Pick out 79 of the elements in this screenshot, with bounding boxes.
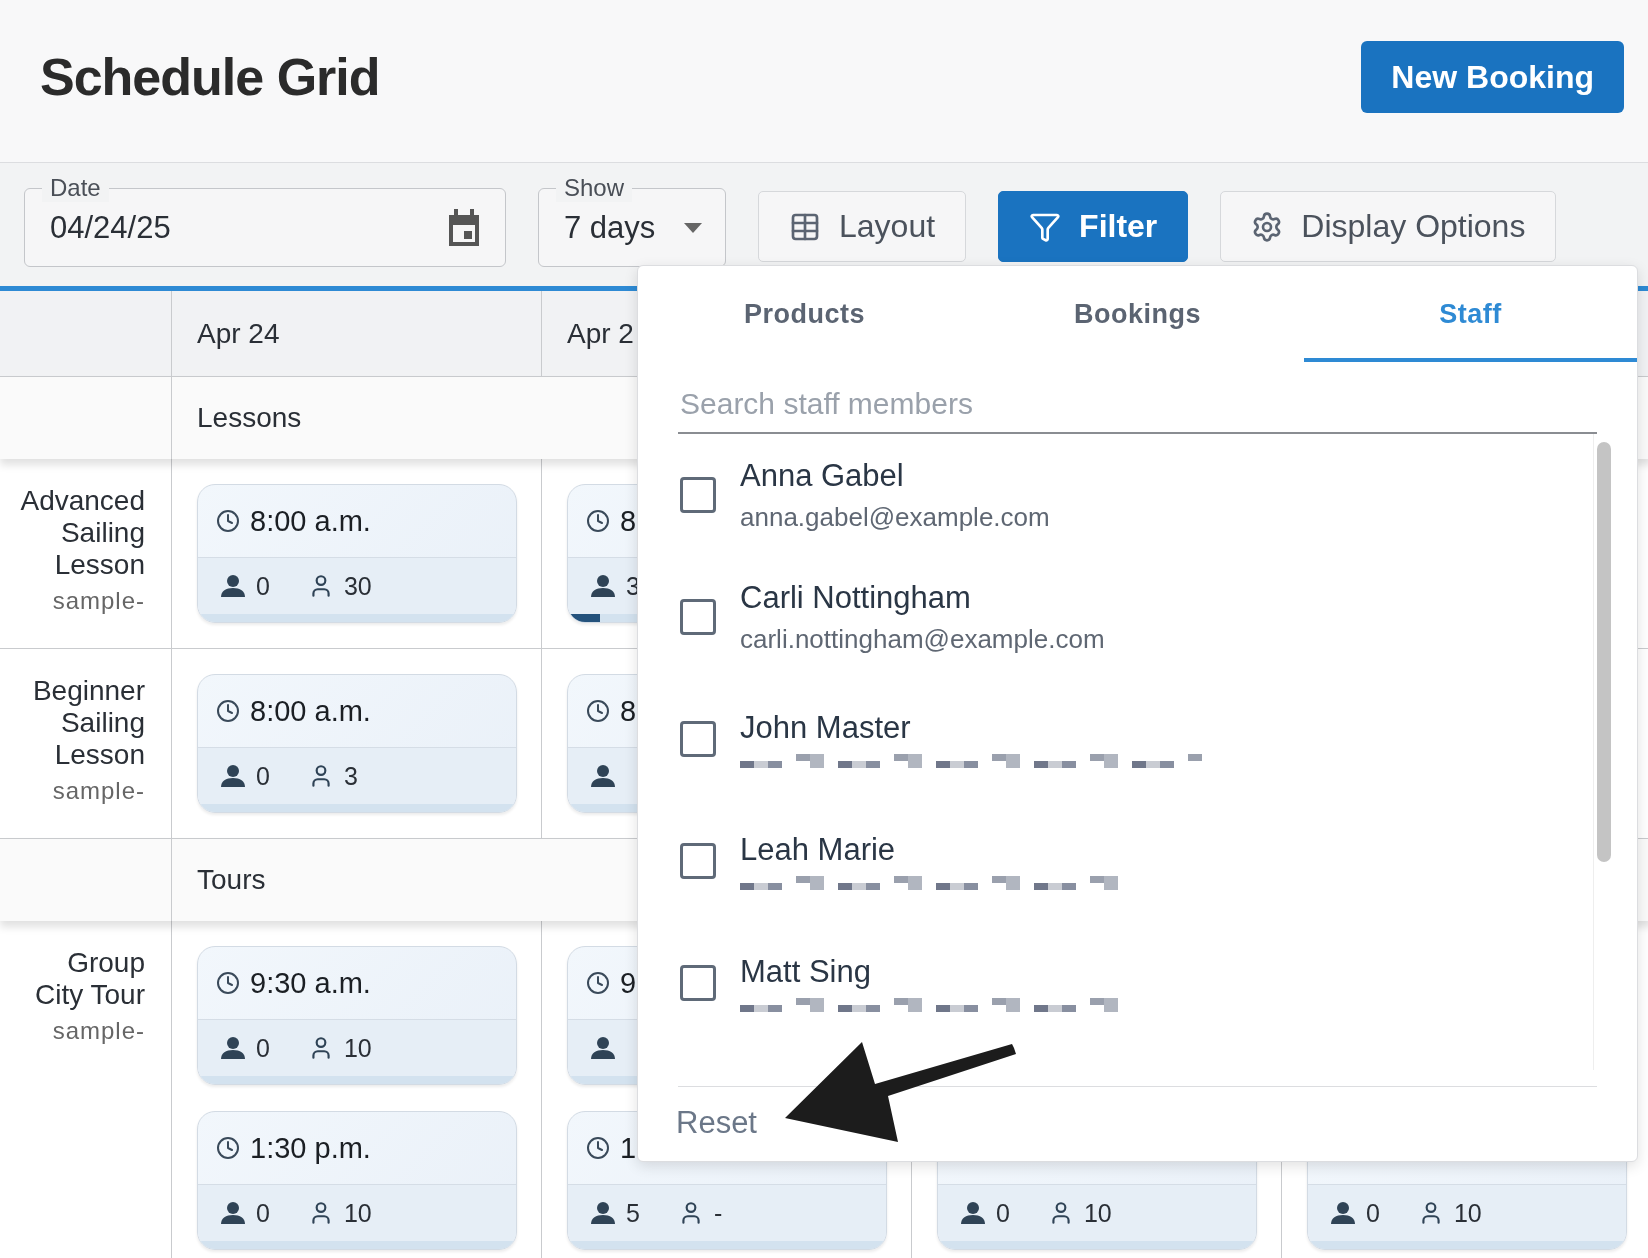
booking-time: 8:00 a.m. [250,694,371,728]
booked-count: 0 [256,1033,270,1063]
capacity-count: 10 [343,1033,372,1063]
filter-tab[interactable]: Staff [1304,266,1637,362]
capacity-count: 3 [343,761,358,791]
clock-icon [586,971,610,995]
booking-card[interactable]: 8:00 a.m. 0 3 [197,674,517,813]
toolbar-button[interactable]: Display Options [1220,191,1557,262]
booked-count: 0 [1366,1198,1380,1228]
toolbar-button[interactable]: Filter [998,191,1189,262]
booking-time: 1 [620,1131,637,1165]
capacity-count: 10 [1453,1198,1482,1228]
date-column-header: Apr 24 [172,291,542,377]
checkbox[interactable] [680,599,716,635]
filter-tab[interactable]: Bookings [971,266,1304,362]
clock-icon [586,509,610,533]
booking-time: 9:30 a.m. [250,966,371,1000]
booked-count: 0 [256,1198,270,1228]
person-icon [1330,1201,1356,1225]
checkbox[interactable] [680,843,716,879]
product-code: sample- [52,1017,145,1045]
person-icon [220,764,246,788]
new-booking-button[interactable]: New Booking [1361,41,1624,113]
product-name: Advanced Sailing Lesson [19,485,145,581]
booking-card[interactable]: 8:00 a.m. 0 30 [197,484,517,623]
booking-time: 1:30 p.m. [250,1131,371,1165]
person-icon [590,764,616,788]
booking-card[interactable]: 1:30 p.m. 0 10 [197,1111,517,1250]
booking-card[interactable]: 9:30 a.m. 0 10 [197,946,517,1085]
product-code: sample- [52,777,145,805]
caret-icon [684,222,702,233]
group-header: Lessons [197,402,302,434]
person-icon [220,1201,246,1225]
person-icon [590,574,616,598]
booked-count: 0 [256,761,270,791]
toolbar-button[interactable]: Layout [758,191,967,262]
staff-email: anna.gabel@example.com [740,501,1050,533]
booked-count: 5 [626,1198,640,1228]
clock-icon [586,699,610,723]
staff-name: Leah Marie [740,832,897,868]
staff-email: carli.nottingham@example.com [740,623,1105,655]
date-field[interactable]: Date 04/24/25 [24,174,506,267]
staff-name: Anna Gabel [740,457,905,494]
capacity-count: 30 [343,571,372,601]
clock-icon [216,509,240,533]
checkbox[interactable] [680,721,716,757]
booked-count: 0 [256,571,270,601]
product-name: Beginner Sailing Lesson [31,675,145,771]
clock-icon [216,971,240,995]
show-select[interactable]: Show 7 days [538,174,726,267]
booking-time: 8 [620,504,637,538]
scrollbar-thumb[interactable] [1597,442,1611,862]
calendar-icon [446,207,482,248]
capacity-count: - [713,1198,723,1228]
person-icon [220,574,246,598]
checkbox[interactable] [680,965,716,1001]
clock-icon [216,1136,240,1160]
page-title: Schedule Grid [40,47,380,107]
booking-time: 8:00 a.m. [250,504,371,538]
person-icon [220,1036,246,1060]
capacity-count: 10 [1083,1198,1112,1228]
product-name: Group City Tour [34,947,145,1011]
capacity-count: 10 [343,1198,372,1228]
field-value: 04/24/25 [50,209,171,246]
person-icon [960,1201,986,1225]
person-icon [590,1036,616,1060]
checkbox[interactable] [680,477,716,513]
person-icon [590,1201,616,1225]
group-header: Tours [197,864,266,896]
clock-icon [586,1136,610,1160]
staff-name: Matt Sing [740,954,872,990]
booked-count: 0 [996,1198,1010,1228]
booking-time: 8 [620,694,637,728]
product-code: sample- [52,587,145,615]
field-value: 7 days [564,209,656,246]
booking-time: 9 [620,966,637,1000]
clock-icon [216,699,240,723]
staff-name: John Master [740,710,912,746]
staff-name: Carli Nottingham [740,579,972,616]
